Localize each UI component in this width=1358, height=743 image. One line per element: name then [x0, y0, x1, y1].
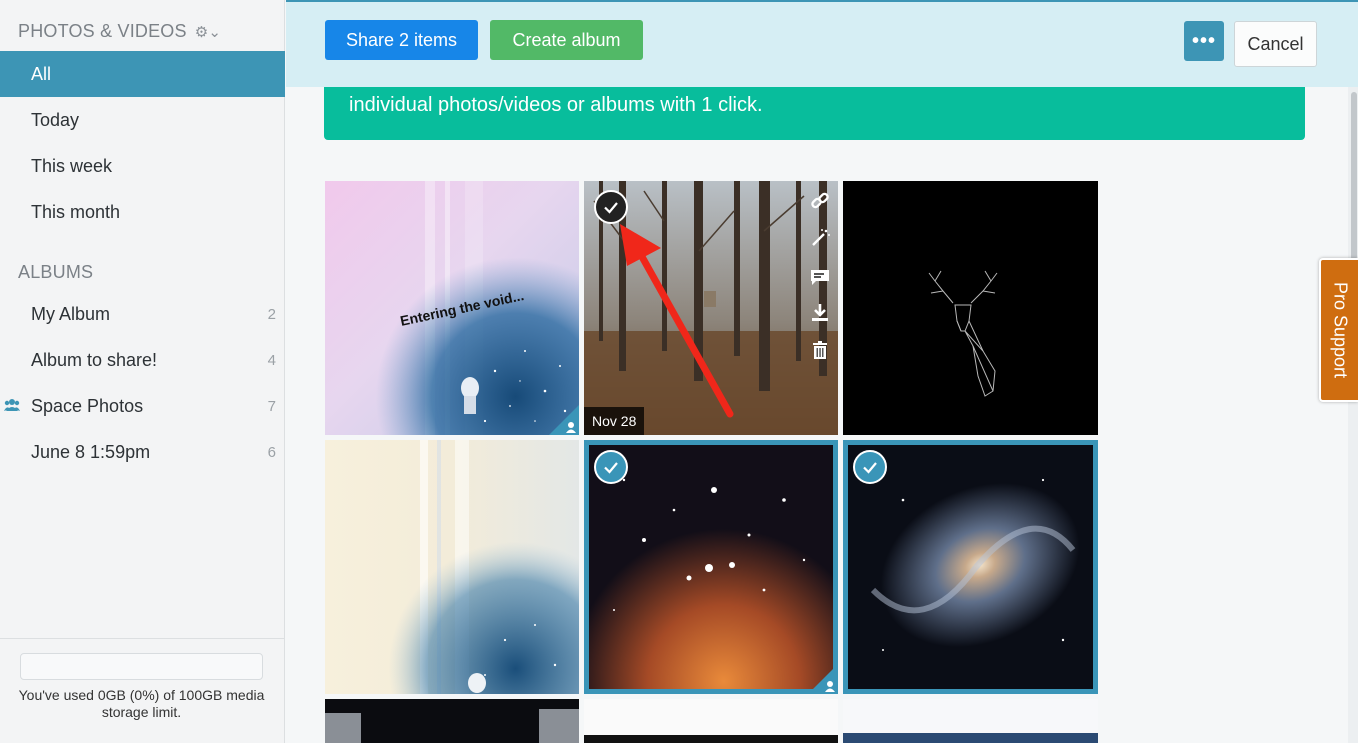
pro-support-label: Pro Support	[1330, 281, 1350, 379]
photo-tile-spiral-galaxy[interactable]	[843, 440, 1098, 694]
storage-meter	[20, 653, 263, 680]
photos-videos-header[interactable]: PHOTOS & VIDEOS ⚙︎⌄	[18, 21, 221, 42]
photo-tile-entering-the-void[interactable]: Entering the void...	[325, 181, 579, 435]
photo-image	[843, 699, 1098, 743]
photo-tile-forest[interactable]: Nov 28	[584, 181, 838, 435]
sidebar-divider	[0, 638, 285, 639]
banner-text: individual photos/videos or albums with …	[349, 94, 763, 116]
sidebar-item-label: This week	[31, 155, 113, 176]
photo-tile-deer[interactable]	[843, 181, 1098, 435]
album-count: 2	[267, 305, 276, 323]
cancel-button[interactable]: Cancel	[1234, 21, 1317, 67]
photo-tile-partial[interactable]	[843, 699, 1098, 743]
more-options-button[interactable]: •••	[1184, 21, 1224, 61]
checkmark-icon	[863, 462, 877, 474]
photo-tile-partial[interactable]	[584, 699, 838, 743]
download-icon[interactable]	[809, 302, 831, 324]
photo-date-badge: Nov 28	[584, 407, 645, 435]
shared-people-icon	[4, 399, 20, 411]
checkmark-icon	[604, 462, 618, 474]
photo-image	[325, 699, 579, 743]
caption-icon[interactable]	[809, 265, 831, 287]
photos-videos-header-label: PHOTOS & VIDEOS	[18, 21, 187, 41]
select-checkbox[interactable]	[594, 190, 628, 224]
magic-wand-icon[interactable]	[809, 227, 831, 249]
create-album-button[interactable]: Create album	[490, 20, 643, 60]
shared-corner-icon	[549, 405, 579, 435]
album-count: 7	[267, 397, 276, 415]
photo-image	[843, 181, 1098, 435]
gear-icon[interactable]: ⚙︎⌄	[195, 23, 221, 41]
sidebar-item-today[interactable]: Today	[0, 97, 285, 143]
photo-tile-star-cluster[interactable]	[584, 440, 838, 694]
sidebar-item-album-to-share[interactable]: Album to share! 4	[0, 337, 285, 383]
photo-tile-light-leak[interactable]	[325, 440, 579, 694]
sidebar-item-label: Space Photos	[31, 395, 144, 416]
checkmark-icon	[604, 202, 618, 214]
pro-support-tab[interactable]: Pro Support	[1319, 258, 1358, 402]
albums-header: ALBUMS	[18, 262, 93, 283]
info-banner: individual photos/videos or albums with …	[324, 87, 1305, 140]
sidebar-item-label: This month	[31, 201, 121, 222]
sidebar-item-label: All	[31, 63, 52, 84]
select-checkbox[interactable]	[853, 450, 887, 484]
sidebar: PHOTOS & VIDEOS ⚙︎⌄ All Today This week …	[0, 0, 285, 743]
share-items-button[interactable]: Share 2 items	[325, 20, 478, 60]
trash-icon[interactable]	[809, 339, 831, 361]
sidebar-item-this-month[interactable]: This month	[0, 189, 285, 235]
sidebar-item-june-8[interactable]: June 8 1:59pm 6	[0, 429, 285, 475]
selection-toolbar: Share 2 items Create album ••• Cancel	[286, 0, 1358, 87]
photo-tile-partial[interactable]	[325, 699, 579, 743]
album-count: 4	[267, 351, 276, 369]
sidebar-item-all[interactable]: All	[0, 51, 285, 97]
sidebar-item-space-photos[interactable]: Space Photos 7	[0, 383, 285, 429]
albums-header-label: ALBUMS	[18, 262, 94, 282]
photo-image	[325, 440, 579, 694]
sidebar-item-label: Today	[31, 109, 80, 130]
shared-corner-icon	[808, 664, 838, 694]
sidebar-item-label: June 8 1:59pm	[31, 441, 151, 462]
album-count: 6	[267, 443, 276, 461]
storage-usage-text: You've used 0GB (0%) of 100GB media stor…	[18, 687, 265, 720]
scrollbar-thumb[interactable]	[1351, 92, 1357, 260]
select-checkbox[interactable]	[594, 450, 628, 484]
sidebar-item-label: My Album	[31, 303, 111, 324]
share-link-icon[interactable]	[809, 190, 831, 212]
sidebar-item-label: Album to share!	[31, 349, 158, 370]
sidebar-item-this-week[interactable]: This week	[0, 143, 285, 189]
sidebar-item-my-album[interactable]: My Album 2	[0, 291, 285, 337]
photo-image	[584, 699, 838, 743]
